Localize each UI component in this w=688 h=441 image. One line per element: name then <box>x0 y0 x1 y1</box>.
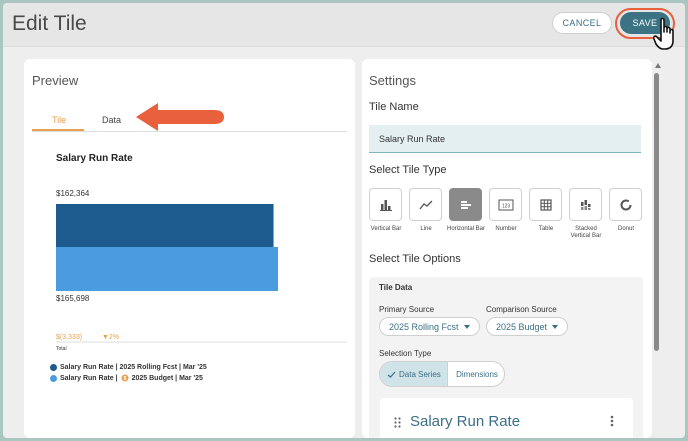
stacked-bar-icon <box>580 199 590 210</box>
selection-data-series[interactable]: Data Series <box>380 362 448 386</box>
comparison-source-dropdown[interactable]: 2025 Budget <box>486 317 568 336</box>
svg-text:$: $ <box>123 376 126 382</box>
dialog-header: Edit Tile CANCEL SAVE <box>3 3 685 50</box>
tile-type-horizontal-bar[interactable] <box>449 188 482 221</box>
selection-type-toggle: Data Series Dimensions <box>379 361 505 387</box>
legend-dot-primary <box>50 364 57 371</box>
tile-type-table[interactable] <box>529 188 562 221</box>
tile-type-label-horizontal-bar: Horizontal Bar <box>446 226 485 232</box>
selection-data-series-label: Data Series <box>399 369 441 379</box>
scrollbar-thumb[interactable] <box>654 73 659 351</box>
legend-dot-comparison <box>50 374 57 382</box>
budget-icon: $ <box>121 374 129 382</box>
check-icon <box>387 371 396 378</box>
bar-0 <box>56 204 274 248</box>
scroll-up-arrow-icon[interactable] <box>655 63 661 68</box>
bar-value-label-1: $165,698 <box>56 294 90 303</box>
tile-name-label: Tile Name <box>369 101 419 113</box>
more-options-icon[interactable] <box>610 415 614 427</box>
tile-type-label-number: Number <box>495 226 517 232</box>
horizontal-bar-icon <box>460 200 471 209</box>
metric-card: Salary Run Rate <box>380 398 633 438</box>
vertical-bar-icon <box>379 199 392 211</box>
tile-type-label-vertical-bar: Vertical Bar <box>370 226 402 232</box>
tile-type-vertical-bar[interactable] <box>369 188 402 221</box>
edit-tile-dialog: Edit Tile CANCEL SAVE Preview Tile Data … <box>3 3 685 438</box>
legend-label-primary: Salary Run Rate | 2025 Rolling Fcst | Ma… <box>60 364 207 371</box>
tile-type-label-line: Line <box>420 226 432 232</box>
tile-type-label-donut: Donut <box>617 226 634 232</box>
hand-cursor-icon <box>653 17 674 50</box>
chevron-down-icon <box>552 324 559 329</box>
tile-type-label-stacked-bar: Stacked Vertical Bar <box>570 226 602 239</box>
tile-type-line[interactable] <box>409 188 442 221</box>
table-icon <box>539 198 552 211</box>
legend-item-primary: Salary Run Rate | 2025 Rolling Fcst | Ma… <box>50 364 207 371</box>
primary-source-dropdown[interactable]: 2025 Rolling Fcst <box>379 317 480 336</box>
drag-handle-icon[interactable] <box>394 417 401 428</box>
legend-label-comparison: Salary Run Rate | <box>60 374 118 382</box>
variance-percent-label: ▼2% <box>102 334 119 341</box>
primary-source-value: 2025 Rolling Fcst <box>389 321 459 332</box>
tile-name-input[interactable]: Salary Run Rate <box>369 125 641 153</box>
variance-value-label: $(3,333) <box>56 334 82 341</box>
settings-panel: Settings Tile Name Salary Run Rate Selec… <box>362 59 652 438</box>
svg-text:123: 123 <box>501 203 510 209</box>
category-tick-label: Total <box>56 346 67 352</box>
tile-data-label: Tile Data <box>379 283 413 292</box>
number-icon: 123 <box>498 199 513 210</box>
line-icon <box>418 200 432 209</box>
legend-label-comparison-suffix: 2025 Budget | Mar '25 <box>131 374 203 382</box>
settings-title: Settings <box>369 73 416 88</box>
comparison-source-label: Comparison Source <box>486 305 557 314</box>
donut-icon <box>620 199 631 210</box>
page-title: Edit Tile <box>12 12 87 35</box>
tile-type-label: Select Tile Type <box>369 164 447 176</box>
bar-value-label-0: $162,364 <box>56 189 90 198</box>
primary-source-label: Primary Source <box>379 305 435 314</box>
tile-type-stacked-bar[interactable] <box>569 188 602 221</box>
preview-panel: Preview Tile Data Salary Run Rate $162,3… <box>24 59 355 438</box>
chevron-down-icon <box>463 324 470 329</box>
tile-type-donut[interactable] <box>609 188 642 221</box>
metric-card-title: Salary Run Rate <box>410 413 521 430</box>
cancel-button[interactable]: CANCEL <box>552 12 612 34</box>
comparison-source-value: 2025 Budget <box>496 321 548 332</box>
tile-type-label-table: Table <box>538 226 554 232</box>
bar-1 <box>56 247 278 291</box>
legend-item-comparison: Salary Run Rate | $ 2025 Budget | Mar '2… <box>50 374 203 382</box>
selection-dimensions[interactable]: Dimensions <box>448 362 504 386</box>
tile-type-number[interactable]: 123 <box>489 188 522 221</box>
tile-options-label: Select Tile Options <box>369 253 461 265</box>
selection-type-label: Selection Type <box>379 349 432 358</box>
